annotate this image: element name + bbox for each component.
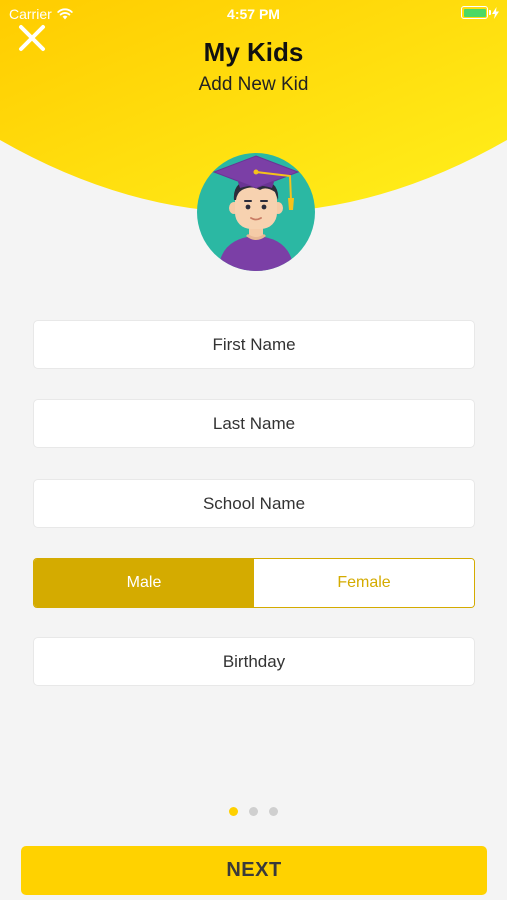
page-subtitle: Add New Kid: [198, 74, 309, 95]
gender-selector: Male Female: [33, 558, 475, 608]
gender-option-male[interactable]: Male: [34, 559, 254, 607]
status-time: 4:57 PM: [227, 6, 280, 22]
kid-avatar[interactable]: [196, 152, 316, 272]
school-name-input[interactable]: [33, 479, 475, 528]
page-indicator: [0, 807, 507, 816]
status-bar: Carrier 4:57 PM: [0, 0, 507, 28]
birthday-input[interactable]: [33, 637, 475, 686]
page-dot-1: [229, 807, 238, 816]
last-name-input[interactable]: [33, 399, 475, 448]
gender-option-male-label: Male: [126, 574, 162, 591]
kid-graduate-avatar-icon: [197, 153, 315, 271]
battery-icon: [461, 6, 491, 19]
first-name-input[interactable]: [33, 320, 475, 369]
page-title: My Kids: [203, 37, 304, 67]
page-dot-3: [269, 807, 278, 816]
gender-option-female-label: Female: [337, 574, 391, 591]
next-button[interactable]: NEXT: [21, 846, 487, 895]
battery-indicator: [461, 6, 499, 19]
page-dot-2: [249, 807, 258, 816]
charging-bolt-icon: [492, 6, 499, 19]
gender-option-female[interactable]: Female: [254, 559, 474, 607]
